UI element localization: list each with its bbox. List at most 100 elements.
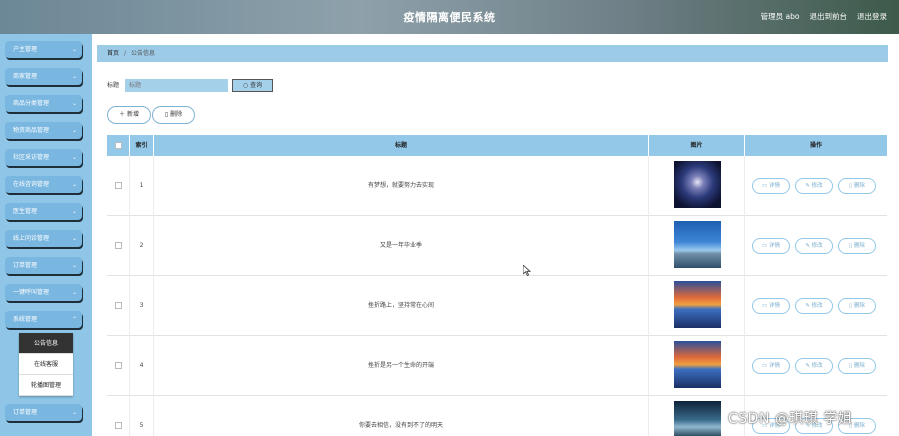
sidebar-item-doctor[interactable]: 医生管理 ⌄	[5, 203, 82, 220]
edit-label: 修改	[811, 183, 823, 189]
top-header: 疫情隔离便民系统 管理员 abo 退出到前台 退出登录	[0, 0, 899, 34]
search-input[interactable]	[125, 79, 228, 92]
row-title: 有梦想，就要努力去实现	[154, 156, 649, 216]
chevron-down-icon: ⌄	[71, 181, 77, 188]
row-delete-button[interactable]: ▯ 删除	[838, 298, 876, 314]
chevron-down-icon: ⌄	[71, 100, 77, 107]
admin-user-label: 管理员 abo	[760, 12, 800, 21]
sidebar-item-label: 订单管理	[13, 262, 38, 269]
sidebar-item-orders-2[interactable]: 订单管理 ⌄	[5, 404, 82, 421]
table-row: 3 挫折路上，坚持常在心间 ▭ 详情 ✎ 修改 ▯ 删除	[107, 276, 887, 336]
row-thumbnail	[674, 341, 721, 388]
detail-button[interactable]: ▭ 详情	[752, 178, 790, 194]
column-header-index: 索引	[130, 135, 154, 156]
breadcrumb: 首页 / 公告信息	[97, 45, 888, 62]
row-checkbox[interactable]	[114, 242, 122, 249]
logout-link[interactable]: 退出登录	[857, 11, 887, 22]
edit-label: 修改	[811, 243, 823, 249]
submenu-item-carousel[interactable]: 轮播图管理	[19, 375, 73, 396]
sidebar-item-label: 医生管理	[13, 208, 38, 215]
row-title: 你要去相信，没有到不了的明天	[154, 396, 649, 436]
sidebar-item-label: 系统管理	[13, 316, 38, 323]
pencil-icon: ✎	[805, 363, 810, 369]
submenu-item-service[interactable]: 在线客服	[19, 354, 73, 375]
detail-button[interactable]: ▭ 详情	[752, 298, 790, 314]
select-all-cell	[107, 135, 130, 156]
breadcrumb-home[interactable]: 首页	[107, 50, 119, 57]
column-header-ops: 操作	[809, 142, 822, 149]
breadcrumb-separator: /	[124, 50, 127, 57]
row-title: 挫折路上，坚持常在心间	[154, 276, 649, 336]
row-thumbnail	[674, 281, 721, 328]
sidebar-item-call[interactable]: 一键呼叫管理 ⌄	[5, 284, 82, 301]
trash-icon: ▯	[849, 183, 853, 189]
delete-label: 删除	[853, 183, 865, 189]
delete-label: 删除	[853, 303, 865, 309]
row-title: 又是一年毕业季	[154, 216, 649, 276]
sidebar-item-label: 物资商品管理	[13, 127, 50, 134]
row-thumbnail	[674, 401, 721, 436]
select-all-checkbox[interactable]	[114, 142, 122, 149]
row-delete-button[interactable]: ▯ 删除	[838, 238, 876, 254]
sidebar-item-online-diag[interactable]: 线上问诊管理 ⌄	[5, 230, 82, 247]
delete-button-label: 删除	[170, 111, 183, 118]
mouse-cursor-icon	[523, 265, 531, 276]
row-thumbnail	[674, 161, 721, 208]
sidebar-item-label: 在线咨询管理	[13, 181, 50, 188]
watermark: CSDN @琪琪 学姐	[728, 411, 853, 427]
chevron-down-icon: ⌄	[71, 73, 77, 80]
row-checkbox[interactable]	[114, 302, 122, 309]
edit-button[interactable]: ✎ 修改	[795, 298, 833, 314]
delete-button[interactable]: ▯ 删除	[152, 106, 195, 124]
row-checkbox-cell	[107, 336, 130, 396]
trash-icon: ▯	[849, 243, 853, 249]
exit-to-frontend-link[interactable]: 退出到前台	[810, 11, 848, 22]
submenu-item-notice[interactable]: 公告信息	[19, 333, 73, 354]
row-index: 4	[130, 336, 154, 396]
row-ops-cell: ▭ 详情 ✎ 修改 ▯ 删除	[745, 156, 887, 216]
sidebar-item-supplies[interactable]: 物资商品管理 ⌄	[5, 122, 82, 139]
sidebar-item-goods-category[interactable]: 商品分类管理 ⌄	[5, 95, 82, 112]
add-button[interactable]: ＋ 新增	[107, 106, 151, 124]
row-checkbox-cell	[107, 216, 130, 276]
chevron-down-icon: ⌄	[71, 127, 77, 134]
breadcrumb-current: 公告信息	[131, 50, 156, 57]
trash-icon: ▯	[164, 111, 169, 118]
sidebar-item-merchant[interactable]: 商家管理 ⌄	[5, 68, 82, 85]
detail-button[interactable]: ▭ 详情	[752, 238, 790, 254]
edit-button[interactable]: ✎ 修改	[795, 178, 833, 194]
edit-button[interactable]: ✎ 修改	[795, 238, 833, 254]
row-index: 1	[130, 156, 154, 216]
row-image-cell	[649, 216, 745, 276]
pencil-icon: ✎	[805, 243, 810, 249]
sidebar-item-household[interactable]: 户主管理 ⌄	[5, 41, 82, 58]
pencil-icon: ✎	[805, 183, 810, 189]
row-delete-button[interactable]: ▯ 删除	[838, 178, 876, 194]
chevron-down-icon: ⌄	[71, 409, 77, 416]
chevron-down-icon: ⌄	[71, 208, 77, 215]
sidebar-item-label: 商品分类管理	[13, 100, 50, 107]
row-delete-button[interactable]: ▯ 删除	[838, 358, 876, 374]
system-submenu: 公告信息 在线客服 轮播图管理	[19, 333, 73, 396]
row-thumbnail	[674, 221, 721, 268]
row-checkbox-cell	[107, 276, 130, 336]
edit-button[interactable]: ✎ 修改	[795, 358, 833, 374]
trash-icon: ▯	[849, 303, 853, 309]
row-checkbox[interactable]	[114, 182, 122, 189]
column-header-image: 图片	[649, 135, 745, 156]
edit-label: 修改	[811, 363, 823, 369]
row-checkbox[interactable]	[114, 362, 122, 369]
sidebar-item-system[interactable]: 系统管理 ⌃	[5, 311, 82, 328]
search-label: 标题	[107, 82, 120, 89]
sidebar-item-community[interactable]: 社区采访管理 ⌄	[5, 149, 82, 166]
sidebar-item-consult[interactable]: 在线咨询管理 ⌄	[5, 176, 82, 193]
row-title: 挫折是另一个生命的开端	[154, 336, 649, 396]
row-image-cell	[649, 276, 745, 336]
detail-button[interactable]: ▭ 详情	[752, 358, 790, 374]
table-row: 1 有梦想，就要努力去实现 ▭ 详情 ✎ 修改 ▯ 删除	[107, 156, 887, 216]
sidebar-item-orders[interactable]: 订单管理 ⌄	[5, 257, 82, 274]
search-button[interactable]: ○ 查询	[232, 79, 273, 92]
detail-label: 详情	[768, 183, 780, 189]
row-checkbox[interactable]	[114, 422, 122, 429]
chevron-up-icon: ⌃	[71, 316, 77, 323]
